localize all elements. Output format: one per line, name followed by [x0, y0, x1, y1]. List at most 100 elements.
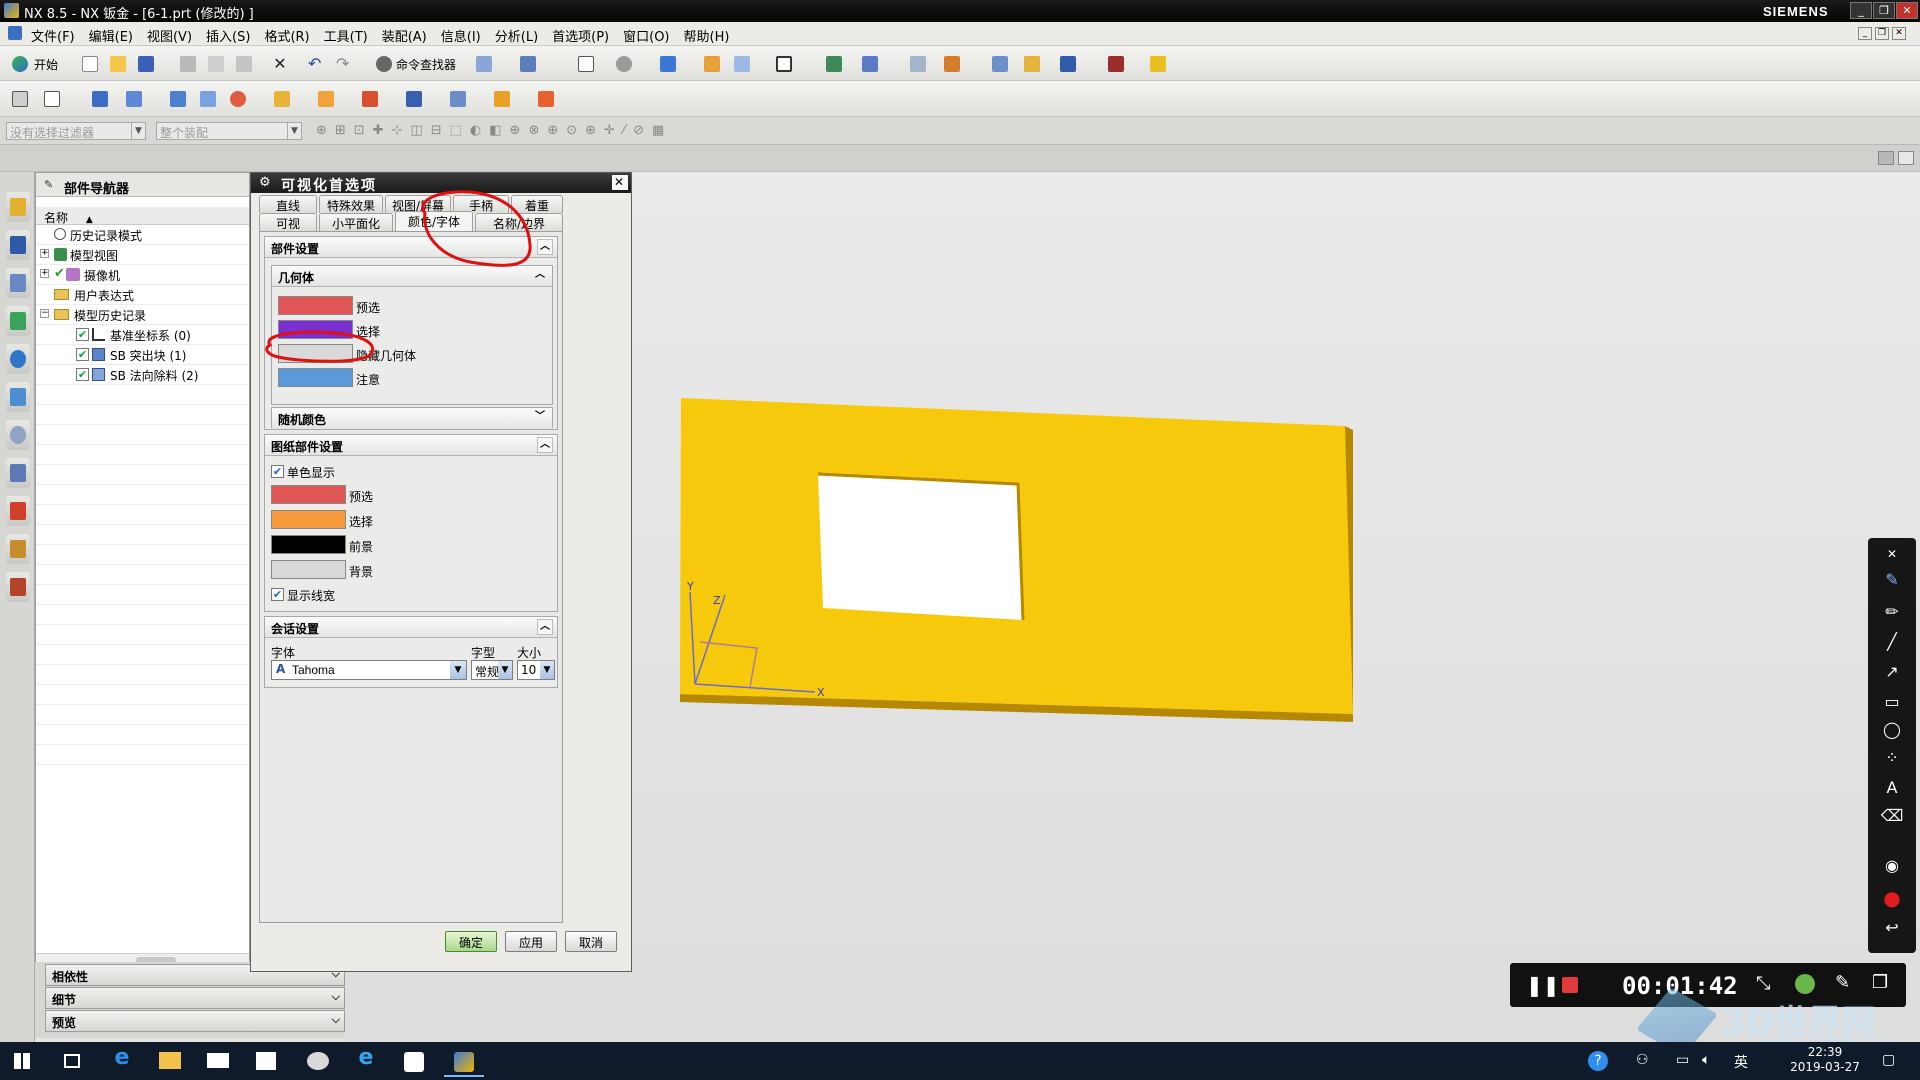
foreground-swatch[interactable]: [271, 535, 346, 554]
toolbar-btn-14[interactable]: [1020, 52, 1044, 76]
cutout-hole[interactable]: [818, 474, 1023, 620]
session-settings-header[interactable]: 会话设置 ︿: [265, 617, 557, 638]
geometry-header[interactable]: 几何体 ︿: [272, 266, 552, 287]
drawing-selection-swatch[interactable]: [271, 510, 346, 529]
line-icon[interactable]: ╱: [1880, 630, 1904, 654]
tb2-btn-12[interactable]: [446, 87, 470, 111]
mdi-close-button[interactable]: ✕: [1892, 27, 1906, 40]
tab-names-borders[interactable]: 名称/边界: [475, 213, 563, 231]
tb2-btn-9[interactable]: [314, 87, 338, 111]
chevron-up-icon[interactable]: ︿: [537, 437, 553, 453]
tb2-btn-2[interactable]: [40, 87, 64, 111]
command-finder-button[interactable]: 命令查找器: [372, 52, 466, 76]
toolbar-btn-15[interactable]: [1056, 52, 1080, 76]
taskbar-edge[interactable]: e: [102, 1045, 142, 1077]
collapse-icon[interactable]: ⤡: [1756, 973, 1770, 994]
toolbar-btn-13[interactable]: [988, 52, 1012, 76]
manufacturing-wizard-tab[interactable]: [6, 496, 30, 526]
selection-color-swatch[interactable]: [278, 320, 353, 339]
tree-item-history-mode[interactable]: 历史记录模式: [36, 225, 249, 245]
view-toggle-icon[interactable]: [1878, 151, 1894, 165]
tb2-btn-6[interactable]: [196, 87, 220, 111]
tb2-btn-4[interactable]: [122, 87, 146, 111]
numbering-icon[interactable]: ⁘: [1880, 746, 1904, 770]
toolbar-btn-12[interactable]: [940, 52, 964, 76]
mdi-restore-button[interactable]: ❐: [1875, 27, 1889, 40]
preselect-color-swatch[interactable]: [278, 296, 353, 315]
app-menu-icon[interactable]: [8, 26, 22, 40]
highlighter-icon[interactable]: ✏: [1880, 600, 1904, 624]
delete-button[interactable]: ✕: [268, 52, 292, 76]
chevron-up-icon[interactable]: ︿: [537, 239, 553, 255]
text-icon[interactable]: A: [1880, 776, 1904, 800]
minimize-recorder-icon[interactable]: ❐: [1872, 972, 1888, 993]
toolbar-btn-10[interactable]: [858, 52, 882, 76]
toolbar-btn-6[interactable]: [700, 52, 724, 76]
close-window-button[interactable]: ✕: [1896, 2, 1918, 19]
tb2-btn-14[interactable]: [534, 87, 558, 111]
taskbar-nx[interactable]: [444, 1045, 484, 1077]
undo-button[interactable]: ↶: [304, 52, 328, 76]
tree-item-datum-csys[interactable]: ✔ 基准坐标系 (0): [36, 325, 249, 345]
menu-item-6[interactable]: 装配(A): [375, 23, 434, 48]
tab-visual[interactable]: 可视: [259, 213, 317, 231]
people-icon[interactable]: ⚇: [1636, 1052, 1649, 1068]
start-menu-button[interactable]: [2, 1045, 42, 1077]
tab-line[interactable]: 直线: [259, 195, 317, 213]
brush-icon[interactable]: ✎: [1880, 568, 1904, 592]
history-palette-tab[interactable]: [6, 382, 30, 412]
ime-indicator[interactable]: 英: [1734, 1052, 1748, 1072]
snap-point-icons[interactable]: ⊕⊞⊡✚⊹◫⊟⬚◐◧⊕⊗⊕⊙⊕✛⁄⊘▦: [316, 123, 816, 139]
tb2-btn-5[interactable]: [166, 87, 190, 111]
background-swatch[interactable]: [271, 560, 346, 579]
drawing-preselect-swatch[interactable]: [271, 485, 346, 504]
taskbar-store[interactable]: [246, 1045, 286, 1077]
stop-icon[interactable]: [1562, 977, 1578, 993]
copy-button[interactable]: [204, 52, 228, 76]
system-clock[interactable]: 22:39 2019-03-27: [1790, 1045, 1860, 1075]
tree-item-user-expressions[interactable]: 用户表达式: [36, 285, 249, 305]
part-navigator-tab[interactable]: [6, 268, 30, 298]
visibility-checkbox[interactable]: ✔: [76, 328, 89, 341]
hidden-geometry-color-swatch[interactable]: [278, 344, 353, 363]
save-button[interactable]: [134, 52, 158, 76]
toolbar-btn-3[interactable]: [574, 52, 598, 76]
start-button[interactable]: 开始: [8, 52, 70, 76]
tb2-btn-11[interactable]: [402, 87, 426, 111]
apply-button[interactable]: 应用: [505, 931, 557, 952]
tree-item-normal-cutout[interactable]: ✔ SB 法向除料 (2): [36, 365, 249, 385]
style-select[interactable]: 常规 ▼: [471, 660, 513, 680]
cancel-button[interactable]: 取消: [565, 931, 617, 952]
reuse-library-tab[interactable]: [6, 306, 30, 336]
menu-item-10[interactable]: 窗口(O): [616, 23, 676, 48]
system-materials-tab[interactable]: [6, 420, 30, 450]
tab-special-effects[interactable]: 特殊效果: [319, 195, 383, 213]
arrow-icon[interactable]: ↗: [1880, 660, 1904, 684]
taskbar-ie[interactable]: e: [346, 1045, 386, 1077]
constraint-navigator-tab[interactable]: [6, 230, 30, 260]
new-file-button[interactable]: [78, 52, 102, 76]
name-column-header[interactable]: 名称 ▲: [36, 207, 249, 225]
toolbar-btn-7[interactable]: [730, 52, 754, 76]
menu-item-5[interactable]: 工具(T): [317, 23, 375, 48]
process-studio-tab[interactable]: [6, 458, 30, 488]
monochrome-checkbox[interactable]: ✔: [271, 465, 284, 478]
menu-item-4[interactable]: 格式(R): [257, 23, 316, 48]
restore-button[interactable]: ❐: [1873, 2, 1895, 19]
tb2-btn-1[interactable]: [8, 87, 32, 111]
tab-emphasis[interactable]: 着重: [511, 195, 563, 213]
menu-item-2[interactable]: 视图(V): [140, 23, 199, 48]
part-settings-header[interactable]: 部件设置 ︿: [265, 237, 557, 258]
assembly-navigator-tab[interactable]: [6, 192, 30, 222]
help-icon[interactable]: ?: [1588, 1051, 1608, 1071]
redo-button[interactable]: ↷: [332, 52, 356, 76]
expand-icon[interactable]: +: [40, 269, 49, 278]
expand-icon[interactable]: +: [40, 249, 49, 258]
tb2-btn-3[interactable]: [88, 87, 112, 111]
close-icon[interactable]: ✕: [1880, 542, 1904, 566]
tree-item-tab[interactable]: ✔ SB 突出块 (1): [36, 345, 249, 365]
type-filter-select[interactable]: 没有选择过滤器 ▼: [6, 122, 146, 140]
visibility-checkbox[interactable]: ✔: [76, 368, 89, 381]
toolbar-btn-17[interactable]: [1146, 52, 1170, 76]
volume-icon[interactable]: 🔈︎: [1702, 1052, 1710, 1068]
